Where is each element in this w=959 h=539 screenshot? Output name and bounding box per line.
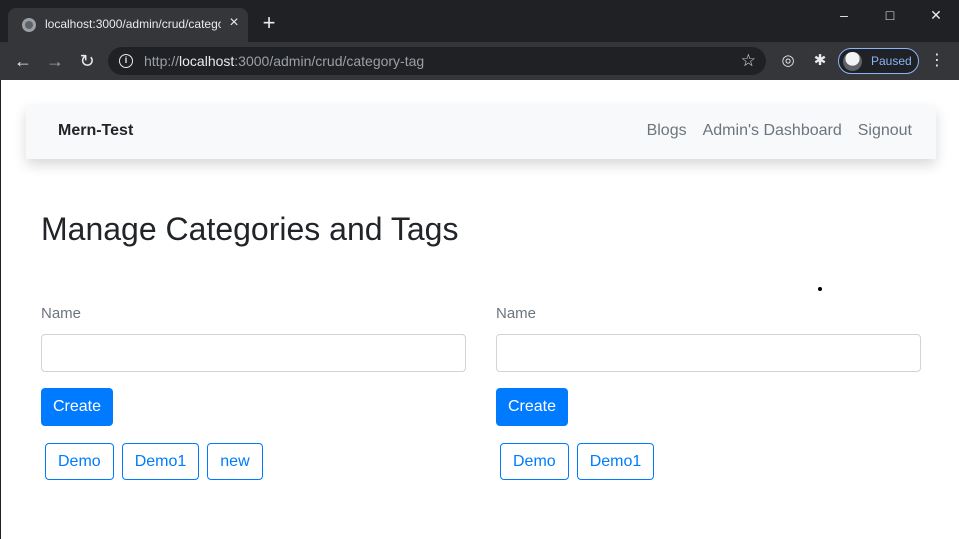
category-chip[interactable]: Demo1 bbox=[121, 443, 200, 480]
nav-link-blogs[interactable]: Blogs bbox=[647, 122, 687, 140]
kebab-menu-icon[interactable]: ⋮ bbox=[929, 51, 945, 71]
puzzle-icon[interactable]: ✱ bbox=[810, 51, 830, 71]
record-icon[interactable]: ◎ bbox=[778, 51, 798, 71]
category-chip[interactable]: new bbox=[207, 443, 263, 480]
close-icon[interactable]: × bbox=[226, 15, 242, 31]
plus-icon[interactable]: + bbox=[258, 12, 280, 34]
tag-list: Demo Demo1 bbox=[500, 443, 655, 480]
brand-link[interactable]: Mern-Test bbox=[58, 122, 133, 140]
arrow-left-icon[interactable]: ← bbox=[12, 50, 34, 72]
maximize-icon[interactable]: □ bbox=[875, 5, 905, 25]
avatar bbox=[843, 52, 862, 71]
arrow-right-icon[interactable]: → bbox=[44, 50, 66, 72]
page-viewport: Mern-Test Blogs Admin's Dashboard Signou… bbox=[0, 80, 959, 539]
profile-button[interactable]: Paused bbox=[838, 48, 919, 74]
address-bar[interactable]: i http://localhost:3000/admin/crud/categ… bbox=[108, 47, 766, 75]
cursor-dot bbox=[818, 287, 822, 291]
nav-link-signout[interactable]: Signout bbox=[858, 122, 912, 140]
globe-icon bbox=[22, 18, 36, 32]
star-icon[interactable]: ☆ bbox=[741, 51, 756, 71]
reload-icon[interactable]: ↻ bbox=[76, 50, 98, 72]
tag-chip[interactable]: Demo bbox=[500, 443, 569, 480]
create-category-button[interactable]: Create bbox=[41, 388, 113, 426]
tab-title: localhost:3000/admin/crud/category-tag bbox=[45, 17, 221, 31]
url-text: http://localhost:3000/admin/crud/categor… bbox=[144, 53, 425, 69]
browser-title-bar: localhost:3000/admin/crud/category-tag ×… bbox=[0, 0, 959, 42]
nav-link-admin-dashboard[interactable]: Admin's Dashboard bbox=[703, 122, 842, 140]
page-title: Manage Categories and Tags bbox=[41, 211, 459, 247]
nav-links: Blogs Admin's Dashboard Signout bbox=[647, 122, 912, 140]
tag-chip[interactable]: Demo1 bbox=[576, 443, 655, 480]
category-form: Name Create Demo Demo1 new bbox=[41, 305, 466, 480]
tag-name-label: Name bbox=[496, 305, 537, 322]
tag-name-input[interactable] bbox=[496, 334, 921, 372]
create-tag-button[interactable]: Create bbox=[496, 388, 568, 426]
browser-tab[interactable]: localhost:3000/admin/crud/category-tag × bbox=[8, 8, 248, 42]
category-name-label: Name bbox=[41, 305, 82, 322]
minimize-icon[interactable]: – bbox=[829, 5, 859, 25]
category-chip[interactable]: Demo bbox=[45, 443, 114, 480]
category-name-input[interactable] bbox=[41, 334, 466, 372]
browser-toolbar: ← → ↻ i http://localhost:3000/admin/crud… bbox=[0, 42, 959, 80]
tag-form: Name Create Demo Demo1 bbox=[496, 305, 921, 480]
category-list: Demo Demo1 new bbox=[45, 443, 263, 480]
site-navbar: Mern-Test Blogs Admin's Dashboard Signou… bbox=[26, 105, 936, 159]
info-icon[interactable]: i bbox=[119, 54, 133, 68]
profile-status: Paused bbox=[871, 54, 912, 68]
window-close-icon[interactable]: ✕ bbox=[921, 5, 951, 25]
